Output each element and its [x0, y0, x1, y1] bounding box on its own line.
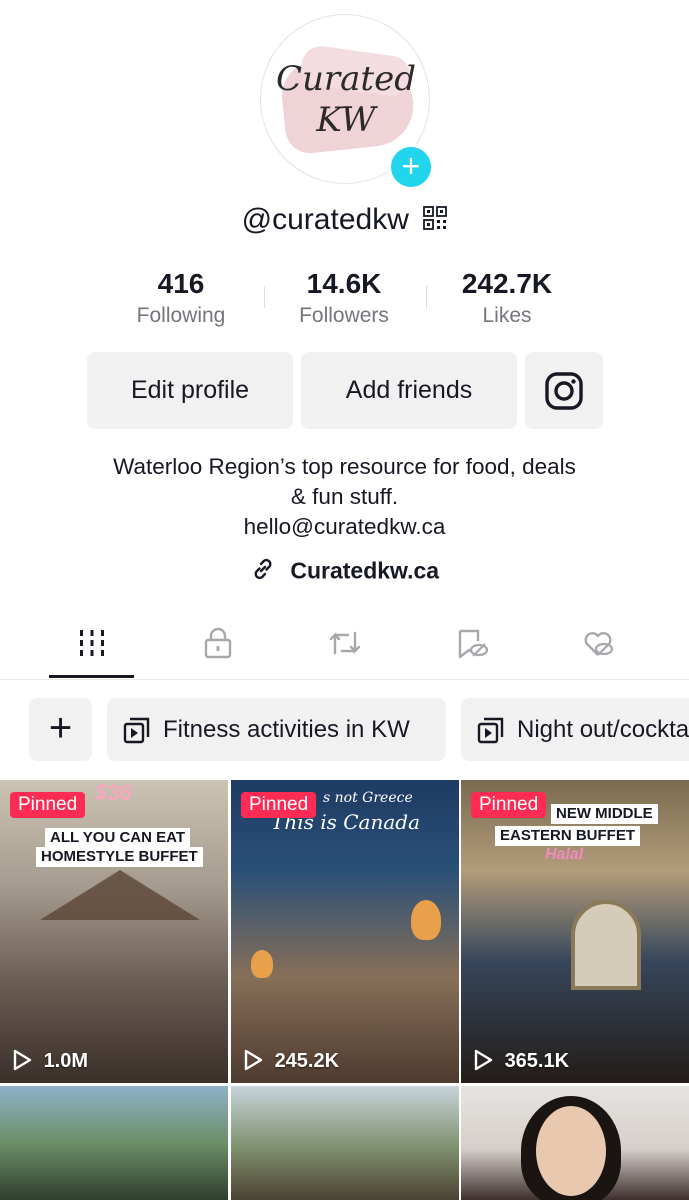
playlist-label: Fitness activities in KW [163, 716, 410, 743]
overlay-caption: ALL YOU CAN EAT [45, 828, 191, 848]
video-grid: Pinned $36 ALL YOU CAN EAT HOMESTYLE BUF… [0, 780, 689, 1200]
playlist-chip[interactable]: Fitness activities in KW [107, 698, 446, 761]
plus-icon: + [48, 706, 73, 750]
video-thumbnail[interactable]: Pinned $36 ALL YOU CAN EAT HOMESTYLE BUF… [0, 780, 228, 1083]
profile-tabs [0, 615, 689, 680]
bio-email[interactable]: hello@curatedkw.ca [60, 512, 629, 542]
link-icon [254, 558, 272, 579]
repost-icon [329, 631, 361, 655]
video-thumbnail[interactable]: s not Greece This is Canada Pinned 245.2… [231, 780, 459, 1083]
tab-videos[interactable] [47, 615, 137, 679]
thumbnail-image-detail [411, 900, 441, 940]
stat-likes[interactable]: 242.7K Likes [427, 268, 587, 328]
stat-followers[interactable]: 14.6K Followers [264, 268, 424, 328]
stat-value: 242.7K [461, 268, 553, 299]
view-count-value: 365.1K [504, 1050, 570, 1072]
view-count: 1.0M [12, 1049, 89, 1073]
playlists-row: + Fitness activities in KW Night out/coc… [0, 698, 689, 762]
video-thumbnail[interactable] [231, 1086, 459, 1200]
username-row: @curatedkw [0, 203, 689, 237]
stat-label: Following [136, 304, 226, 327]
pinned-badge: Pinned [241, 792, 317, 818]
profile-bio: Waterloo Region’s top resource for food,… [60, 452, 629, 542]
video-thumbnail[interactable]: NEW MIDDLE EASTERN BUFFET Halal Pinned 3… [461, 780, 689, 1083]
instagram-button[interactable] [525, 352, 603, 429]
video-thumbnail[interactable] [461, 1086, 689, 1200]
thumbnail-image-detail [571, 900, 641, 990]
stat-value: 416 [157, 268, 205, 299]
stat-label: Likes [482, 304, 532, 327]
thumbnail-image-detail [40, 870, 200, 920]
profile-stats: 416 Following 14.6K Followers 242.7K Lik… [0, 268, 689, 338]
edit-profile-button[interactable]: Edit profile [87, 352, 293, 429]
play-icon [474, 1049, 493, 1070]
view-count: 365.1K [473, 1049, 570, 1073]
tab-active-indicator [49, 675, 134, 678]
overlay-caption: s not Greece [323, 790, 413, 806]
playlist-label: Night out/cocktails [517, 716, 689, 743]
instagram-icon [545, 372, 583, 410]
profile-avatar-container[interactable]: Curated KW + [260, 14, 434, 190]
thumbnail-image-detail [251, 950, 273, 978]
overlay-price-text: $36 [95, 780, 132, 805]
add-friends-button[interactable]: Add friends [301, 352, 517, 429]
play-icon [13, 1049, 32, 1070]
favorites-hidden-icon [458, 629, 488, 659]
playlist-chip[interactable]: Night out/cocktails [461, 698, 689, 761]
play-icon [244, 1049, 263, 1070]
bio-line: & fun stuff. [290, 484, 399, 509]
view-count-value: 245.2K [274, 1050, 340, 1072]
pinned-badge: Pinned [10, 792, 86, 818]
view-count: 245.2K [243, 1049, 340, 1073]
stat-label: Followers [299, 304, 389, 327]
video-thumbnail[interactable] [0, 1086, 228, 1200]
overlay-caption: NEW MIDDLE [551, 804, 658, 824]
avatar-logo-text-line2: KW [316, 100, 376, 140]
qr-code-icon[interactable] [423, 206, 448, 230]
avatar-logo-text-line1: Curated [276, 59, 416, 99]
overlay-caption: HOMESTYLE BUFFET [36, 847, 203, 867]
playlist-icon [123, 717, 150, 744]
bio-line: Waterloo Region’s top resource for food,… [113, 454, 576, 479]
tab-private[interactable] [173, 615, 263, 679]
username: @curatedkw [241, 203, 409, 236]
overlay-tag: Halal [545, 846, 584, 863]
tab-reposts[interactable] [300, 615, 390, 679]
profile-link[interactable]: Curatedkw.ca [0, 556, 689, 584]
add-story-plus-icon[interactable]: + [388, 144, 434, 190]
tab-favorites[interactable] [427, 615, 517, 679]
stat-value: 14.6K [306, 268, 382, 299]
profile-link-text: Curatedkw.ca [290, 557, 440, 584]
playlist-icon [477, 717, 504, 744]
liked-hidden-icon [584, 632, 614, 656]
tab-liked[interactable] [553, 615, 643, 679]
add-playlist-button[interactable]: + [29, 698, 92, 761]
thumbnail-image-detail [536, 1106, 606, 1196]
overlay-caption: EASTERN BUFFET [495, 826, 640, 846]
lock-icon [204, 627, 232, 659]
videos-grid-icon [80, 630, 104, 656]
pinned-badge: Pinned [471, 792, 547, 818]
stat-following[interactable]: 416 Following [101, 268, 261, 328]
view-count-value: 1.0M [43, 1050, 89, 1072]
